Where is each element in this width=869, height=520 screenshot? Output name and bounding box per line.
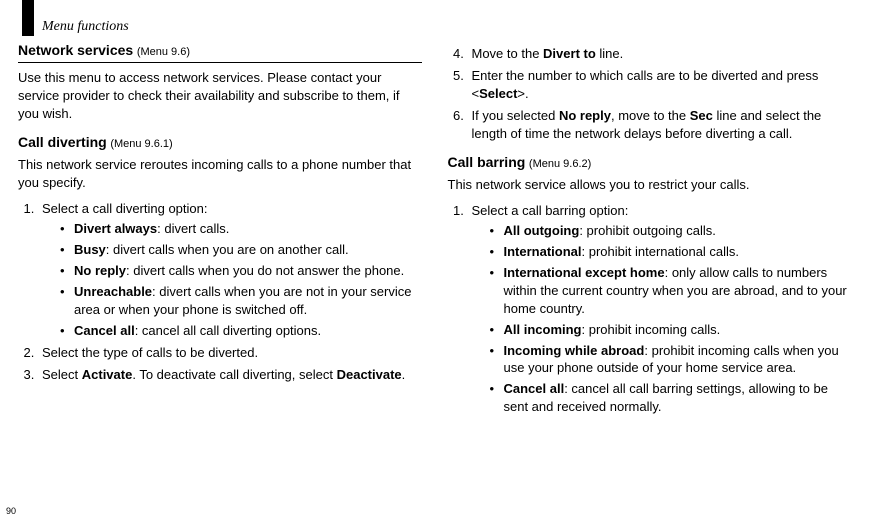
- section-heading-row: Network services (Menu 9.6): [18, 41, 422, 63]
- text: Select: [42, 367, 82, 382]
- option-term: All outgoing: [504, 223, 580, 238]
- option-term: Divert always: [74, 221, 157, 236]
- page-number: 90: [6, 506, 16, 516]
- barring-steps: Select a call barring option: All outgoi…: [448, 202, 852, 416]
- option-desc: : divert calls.: [157, 221, 229, 236]
- text: If you selected: [472, 108, 559, 123]
- no-reply-label: No reply: [559, 108, 611, 123]
- sec-label: Sec: [690, 108, 713, 123]
- option-term: Cancel all: [504, 381, 565, 396]
- option-desc: : divert calls when you are on another c…: [106, 242, 349, 257]
- list-item: Busy: divert calls when you are on anoth…: [60, 241, 422, 259]
- option-desc: : prohibit international calls.: [582, 244, 740, 259]
- step-5: Enter the number to which calls are to b…: [468, 67, 852, 103]
- subsection-intro: This network service reroutes incoming c…: [18, 156, 422, 192]
- option-term: Unreachable: [74, 284, 152, 299]
- step-2: Select the type of calls to be diverted.: [38, 344, 422, 362]
- text: line.: [596, 46, 623, 61]
- list-item: International except home: only allow ca…: [490, 264, 852, 318]
- subsection-intro: This network service allows you to restr…: [448, 176, 852, 194]
- text: , move to the: [611, 108, 690, 123]
- text: . To deactivate call diverting, select: [132, 367, 336, 382]
- list-item: International: prohibit international ca…: [490, 243, 852, 261]
- step-6: If you selected No reply, move to the Se…: [468, 107, 852, 143]
- option-desc: : prohibit incoming calls.: [582, 322, 721, 337]
- section-menu-path: (Menu 9.6): [137, 46, 190, 58]
- option-desc: : cancel all call diverting options.: [135, 323, 321, 338]
- list-item: All outgoing: prohibit outgoing calls.: [490, 222, 852, 240]
- list-item: Divert always: divert calls.: [60, 220, 422, 238]
- diverting-options: Divert always: divert calls. Busy: diver…: [42, 220, 422, 340]
- subsection-menu-path: (Menu 9.6.1): [110, 138, 172, 150]
- header-bar-icon: [22, 0, 34, 36]
- step-1: Select a call barring option: All outgoi…: [468, 202, 852, 416]
- barring-options: All outgoing: prohibit outgoing calls. I…: [472, 222, 852, 416]
- deactivate-label: Deactivate: [337, 367, 402, 382]
- right-column: Move to the Divert to line. Enter the nu…: [448, 41, 852, 420]
- divert-to-label: Divert to: [543, 46, 596, 61]
- option-term: International: [504, 244, 582, 259]
- option-term: No reply: [74, 263, 126, 278]
- diverting-steps-continued: Move to the Divert to line. Enter the nu…: [448, 45, 852, 143]
- select-label: Select: [479, 86, 517, 101]
- text: >.: [517, 86, 528, 101]
- step-4: Move to the Divert to line.: [468, 45, 852, 63]
- option-term: International except home: [504, 265, 665, 280]
- step-1-label: Select a call diverting option:: [42, 201, 207, 216]
- page-header: Menu functions: [24, 10, 851, 27]
- option-desc: : prohibit outgoing calls.: [579, 223, 716, 238]
- section-intro: Use this menu to access network services…: [18, 69, 422, 123]
- option-term: All incoming: [504, 322, 582, 337]
- text: Move to the: [472, 46, 544, 61]
- option-term: Incoming while abroad: [504, 343, 645, 358]
- step-1-label: Select a call barring option:: [472, 203, 629, 218]
- option-term: Cancel all: [74, 323, 135, 338]
- header-title: Menu functions: [42, 19, 129, 34]
- diverting-steps: Select a call diverting option: Divert a…: [18, 200, 422, 383]
- list-item: All incoming: prohibit incoming calls.: [490, 321, 852, 339]
- section-title: Network services: [18, 42, 133, 58]
- list-item: Incoming while abroad: prohibit incoming…: [490, 342, 852, 378]
- activate-label: Activate: [82, 367, 133, 382]
- subsection-heading-row: Call diverting (Menu 9.6.1): [18, 133, 422, 152]
- subsection-menu-path: (Menu 9.6.2): [529, 158, 591, 170]
- text: .: [402, 367, 406, 382]
- option-term: Busy: [74, 242, 106, 257]
- step-1: Select a call diverting option: Divert a…: [38, 200, 422, 340]
- subsection-title: Call diverting: [18, 134, 107, 150]
- option-desc: : divert calls when you do not answer th…: [126, 263, 404, 278]
- step-3: Select Activate. To deactivate call dive…: [38, 366, 422, 384]
- subsection-heading-row: Call barring (Menu 9.6.2): [448, 153, 852, 172]
- left-column: Network services (Menu 9.6) Use this men…: [18, 41, 422, 420]
- subsection-title: Call barring: [448, 154, 526, 170]
- list-item: Cancel all: cancel all call diverting op…: [60, 322, 422, 340]
- list-item: Cancel all: cancel all call barring sett…: [490, 380, 852, 416]
- list-item: Unreachable: divert calls when you are n…: [60, 283, 422, 319]
- list-item: No reply: divert calls when you do not a…: [60, 262, 422, 280]
